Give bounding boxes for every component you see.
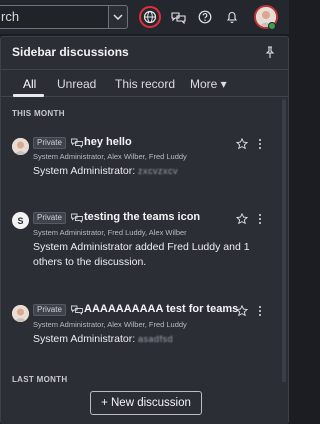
discussion-title: hey hello	[84, 136, 132, 148]
discussion-title: AAAAAAAAAA test for teams	[84, 303, 239, 315]
message-text: System Administrator added Fred Luddy an…	[33, 241, 250, 268]
avatar	[12, 305, 29, 322]
tab-all[interactable]: All	[23, 77, 36, 91]
tab-bar: All Unread This record More ▾	[1, 77, 288, 97]
private-tag: Private	[33, 212, 66, 224]
chat-bubbles-icon	[71, 138, 83, 148]
chat-bubbles-icon	[170, 11, 186, 24]
message-text: System Administrator:	[33, 333, 136, 345]
discussion-title: testing the teams icon	[84, 211, 201, 223]
discussions-button[interactable]	[167, 6, 189, 28]
tabs-divider	[1, 96, 288, 97]
search-dropdown-button[interactable]	[108, 5, 128, 29]
chevron-down-icon	[113, 14, 123, 20]
presence-indicator	[268, 22, 276, 30]
last-message: System Administrator: zxcvzxcv	[33, 164, 278, 179]
globe-icon	[143, 10, 157, 24]
star-icon[interactable]	[236, 305, 248, 317]
help-button[interactable]	[194, 6, 216, 28]
pin-icon	[265, 46, 275, 58]
private-tag: Private	[33, 304, 66, 316]
star-icon[interactable]	[236, 213, 248, 225]
tab-unread[interactable]: Unread	[57, 77, 96, 91]
private-tag: Private	[33, 137, 66, 149]
top-bar: rch	[0, 0, 289, 34]
avatar: S	[12, 212, 29, 229]
star-icon[interactable]	[236, 138, 248, 150]
search-input[interactable]: rch	[0, 5, 108, 29]
bell-icon	[226, 12, 238, 23]
participants: System Administrator, Alex Wilber, Fred …	[33, 320, 187, 329]
avatar	[12, 138, 29, 155]
participants: System Administrator, Alex Wilber, Fred …	[33, 152, 187, 161]
pin-button[interactable]	[263, 45, 277, 59]
sidebar-discussions-panel: Sidebar discussions All Unread This reco…	[0, 36, 289, 424]
redacted-text: zxcvzxcv	[138, 166, 179, 176]
chat-bubbles-icon	[71, 213, 83, 223]
active-tab-indicator	[13, 94, 44, 97]
help-icon	[198, 10, 212, 24]
more-options-button[interactable]	[257, 305, 263, 317]
chat-bubbles-icon	[71, 305, 83, 315]
divider	[1, 69, 288, 70]
notifications-button[interactable]	[221, 6, 243, 28]
more-options-button[interactable]	[257, 213, 263, 225]
tab-this-record[interactable]: This record	[115, 77, 175, 91]
participants: System Administrator, Fred Luddy, Alex W…	[33, 228, 187, 237]
message-text: System Administrator:	[33, 165, 136, 177]
new-discussion-button[interactable]: + New discussion	[90, 391, 202, 415]
section-this-month: THIS MONTH	[12, 109, 65, 118]
scrollbar[interactable]	[282, 99, 286, 394]
last-message: System Administrator added Fred Luddy an…	[33, 240, 278, 270]
globe-button[interactable]	[139, 6, 161, 28]
panel-title: Sidebar discussions	[12, 45, 129, 59]
last-message: System Administrator: asadfsd	[33, 332, 278, 347]
tab-more[interactable]: More ▾	[190, 77, 227, 91]
panel-footer: + New discussion	[1, 382, 288, 424]
more-options-button[interactable]	[257, 138, 263, 150]
redacted-text: asadfsd	[138, 334, 174, 344]
